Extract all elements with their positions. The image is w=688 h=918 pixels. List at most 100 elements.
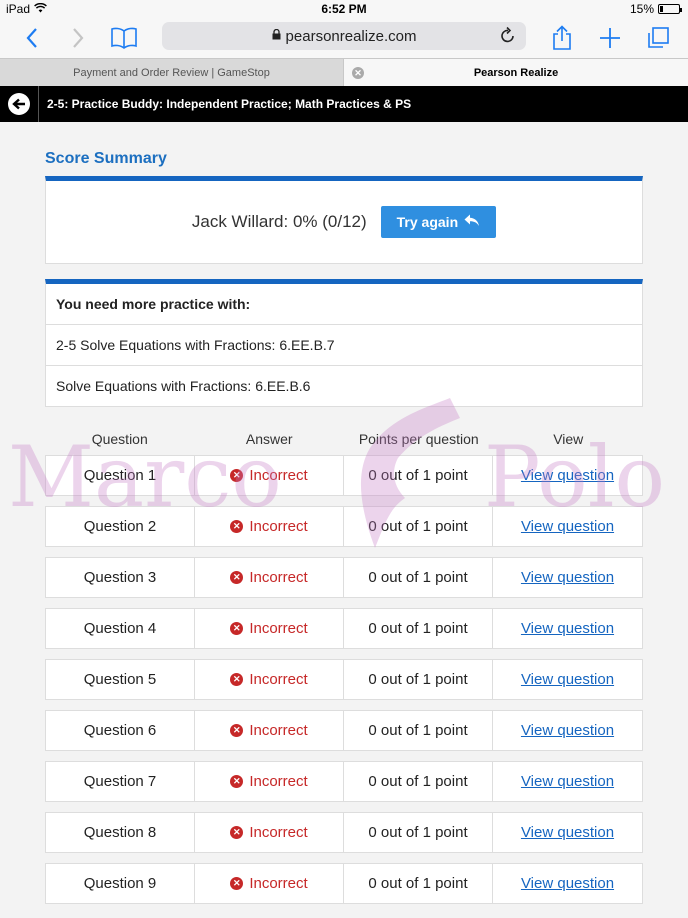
table-row: Question 4 ✕ Incorrect 0 out of 1 point V…: [45, 608, 643, 649]
incorrect-status: ✕ Incorrect: [230, 620, 308, 637]
column-header-view: View: [553, 431, 584, 447]
points-cell: 0 out of 1 point: [344, 762, 493, 801]
lock-icon: [272, 28, 281, 43]
view-cell: View question: [493, 864, 642, 903]
tabs-overview-icon[interactable]: [642, 22, 674, 54]
close-tab-icon[interactable]: ✕: [352, 67, 364, 79]
tab-strip: Payment and Order Review | GameStop ✕ Pe…: [0, 58, 688, 87]
question-cell: Question 9: [46, 864, 195, 903]
x-circle-icon: ✕: [230, 571, 244, 584]
address-bar[interactable]: pearsonrealize.com: [162, 22, 526, 50]
try-again-label: Try again: [396, 214, 459, 230]
view-question-link[interactable]: View question: [521, 518, 614, 535]
share-icon[interactable]: [546, 22, 578, 54]
table-row: Question 2 ✕ Incorrect 0 out of 1 point V…: [45, 506, 643, 547]
table-row: Question 9 ✕ Incorrect 0 out of 1 point V…: [45, 863, 643, 904]
view-cell: View question: [493, 660, 642, 699]
x-circle-icon: ✕: [230, 673, 244, 686]
incorrect-status: ✕ Incorrect: [230, 722, 308, 739]
x-circle-icon: ✕: [230, 622, 244, 635]
x-circle-icon: ✕: [230, 469, 244, 482]
view-question-link[interactable]: View question: [521, 671, 614, 688]
x-circle-icon: ✕: [230, 877, 244, 890]
practice-item: 2-5 Solve Equations with Fractions: 6.EE…: [46, 325, 642, 366]
incorrect-status: ✕ Incorrect: [230, 875, 308, 892]
view-question-link[interactable]: View question: [521, 620, 614, 637]
x-circle-icon: ✕: [230, 826, 244, 839]
view-cell: View question: [493, 456, 642, 495]
view-question-link[interactable]: View question: [521, 467, 614, 484]
answer-cell: ✕ Incorrect: [195, 558, 344, 597]
points-cell: 0 out of 1 point: [344, 558, 493, 597]
x-circle-icon: ✕: [230, 520, 244, 533]
view-cell: View question: [493, 711, 642, 750]
answer-cell: ✕ Incorrect: [195, 864, 344, 903]
answer-text: Incorrect: [249, 773, 308, 790]
back-icon[interactable]: [16, 22, 48, 54]
table-row: Question 8 ✕ Incorrect 0 out of 1 point V…: [45, 812, 643, 853]
bookmarks-icon[interactable]: [108, 22, 140, 54]
tab-gamestop[interactable]: Payment and Order Review | GameStop: [0, 59, 344, 87]
question-cell: Question 7: [46, 762, 195, 801]
status-right: 15%: [629, 2, 682, 16]
reply-arrow-icon: [464, 214, 480, 230]
answer-cell: ✕ Incorrect: [195, 507, 344, 546]
back-arrow-icon[interactable]: [8, 93, 30, 115]
tab-pearson-realize[interactable]: ✕ Pearson Realize: [344, 59, 688, 87]
points-cell: 0 out of 1 point: [344, 456, 493, 495]
incorrect-status: ✕ Incorrect: [230, 773, 308, 790]
battery-percent: 15%: [629, 2, 654, 16]
incorrect-status: ✕ Incorrect: [230, 569, 308, 586]
answer-cell: ✕ Incorrect: [195, 762, 344, 801]
view-cell: View question: [493, 507, 642, 546]
table-row: Question 7 ✕ Incorrect 0 out of 1 point V…: [45, 761, 643, 802]
practice-item: Solve Equations with Fractions: 6.EE.B.6: [46, 366, 642, 407]
clock: 6:52 PM: [321, 2, 367, 16]
view-question-link[interactable]: View question: [521, 722, 614, 739]
question-cell: Question 2: [46, 507, 195, 546]
answer-text: Incorrect: [249, 569, 308, 586]
answer-text: Incorrect: [249, 722, 308, 739]
incorrect-status: ✕ Incorrect: [230, 671, 308, 688]
answer-text: Incorrect: [249, 467, 308, 484]
points-cell: 0 out of 1 point: [344, 609, 493, 648]
tab-label: Pearson Realize: [473, 67, 559, 79]
points-cell: 0 out of 1 point: [344, 864, 493, 903]
question-cell: Question 6: [46, 711, 195, 750]
points-cell: 0 out of 1 point: [344, 813, 493, 852]
question-cell: Question 8: [46, 813, 195, 852]
table-row: Question 1 ✕ Incorrect 0 out of 1 point V…: [45, 455, 643, 496]
incorrect-status: ✕ Incorrect: [230, 824, 308, 841]
answer-cell: ✕ Incorrect: [195, 456, 344, 495]
score-card: Jack Willard: 0% (0/12) Try again: [45, 176, 643, 264]
view-cell: View question: [493, 558, 642, 597]
reload-icon[interactable]: [500, 26, 520, 46]
question-cell: Question 5: [46, 660, 195, 699]
view-cell: View question: [493, 609, 642, 648]
incorrect-status: ✕ Incorrect: [230, 518, 308, 535]
results-header: Question Answer Points per question View: [45, 431, 643, 449]
status-bar: iPad 6:52 PM 15%: [0, 0, 688, 18]
view-cell: View question: [493, 813, 642, 852]
browser-toolbar: pearsonrealize.com: [0, 18, 688, 58]
score-summary-title: Score Summary: [45, 150, 167, 167]
new-tab-icon[interactable]: [594, 22, 626, 54]
points-cell: 0 out of 1 point: [344, 711, 493, 750]
question-cell: Question 1: [46, 456, 195, 495]
practice-panel: You need more practice with: 2-5 Solve E…: [45, 279, 643, 407]
answer-cell: ✕ Incorrect: [195, 813, 344, 852]
x-circle-icon: ✕: [230, 724, 244, 737]
answer-cell: ✕ Incorrect: [195, 660, 344, 699]
view-question-link[interactable]: View question: [521, 773, 614, 790]
try-again-button[interactable]: Try again: [380, 206, 497, 238]
question-cell: Question 3: [46, 558, 195, 597]
answer-text: Incorrect: [249, 620, 308, 637]
view-question-link[interactable]: View question: [521, 569, 614, 586]
table-row: Question 5 ✕ Incorrect 0 out of 1 point V…: [45, 659, 643, 700]
forward-icon[interactable]: [62, 22, 94, 54]
answer-text: Incorrect: [249, 875, 308, 892]
view-question-link[interactable]: View question: [521, 824, 614, 841]
view-question-link[interactable]: View question: [521, 875, 614, 892]
battery-fill: [660, 6, 663, 12]
results-table: Question 1 ✕ Incorrect 0 out of 1 point V…: [45, 455, 643, 904]
